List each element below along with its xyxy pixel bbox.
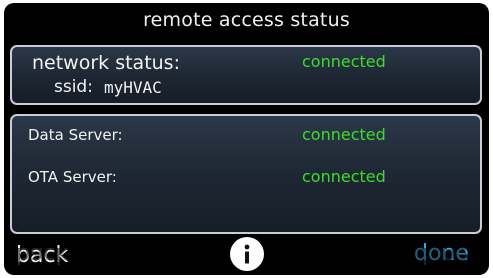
- ssid-label: ssid:: [54, 77, 93, 97]
- network-status-label: network status:: [32, 52, 180, 74]
- data-server-label: Data Server:: [28, 126, 123, 144]
- info-button[interactable]: [230, 237, 264, 271]
- ssid-value: myHVAC: [104, 78, 162, 97]
- done-button-reflection: done: [414, 242, 469, 267]
- ota-server-value: connected: [302, 167, 386, 186]
- network-status-value: connected: [302, 52, 386, 71]
- network-status-panel: network status: connected ssid: myHVAC: [10, 45, 482, 105]
- page-title: remote access status: [143, 9, 350, 31]
- info-icon: [244, 244, 250, 264]
- back-button-reflection: back: [16, 242, 69, 267]
- ota-server-label: OTA Server:: [28, 168, 117, 186]
- data-server-value: connected: [302, 125, 386, 144]
- server-status-panel: Data Server: connected OTA Server: conne…: [10, 114, 482, 234]
- thermostat-screen: remote access status network status: con…: [4, 3, 489, 275]
